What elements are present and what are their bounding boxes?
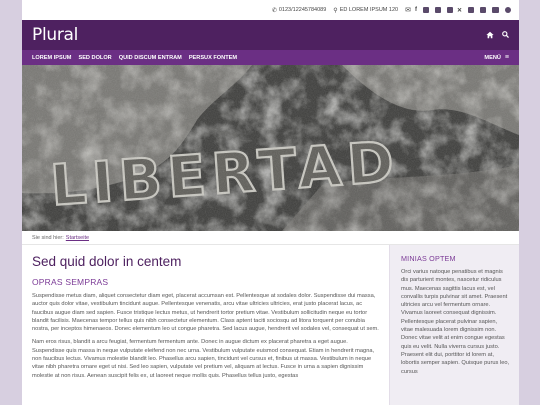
phone-link[interactable]: ✆ 0123/12245784089	[272, 7, 326, 14]
sidebar-title: MINIAS OPTEM	[401, 254, 456, 263]
page-title: Sed quid dolor in centem	[32, 254, 182, 269]
menu-label: MENÜ	[484, 54, 501, 61]
hamburger-icon: ≡	[504, 54, 509, 61]
main-content: Sed quid dolor in centem OPRAS SEMPRAS S…	[22, 245, 389, 405]
youtube-icon[interactable]	[492, 7, 499, 13]
nav-item-sed-dolor[interactable]: SED DOLOR	[78, 55, 111, 61]
section-subtitle: OPRAS SEMPRAS	[32, 277, 109, 287]
nav-item-lorem-ipsum[interactable]: LOREM IPSUM	[32, 55, 71, 61]
xing-icon[interactable]: ✕	[457, 7, 462, 14]
header-icons	[486, 31, 509, 39]
nav-item-quid-discum-entram[interactable]: QUID DISCUM ENTRAM	[119, 55, 182, 61]
hero-image: LIBERTAD	[22, 65, 519, 231]
sidebar-text: Orci varius natoque penatibus et magnis …	[401, 269, 510, 375]
rss-icon[interactable]	[468, 7, 474, 13]
nav-links: LOREM IPSUM SED DOLOR QUID DISCUM ENTRAM…	[32, 55, 237, 61]
address-text: ED LOREM IPSUM 120	[339, 7, 399, 13]
twitter-icon[interactable]	[422, 7, 429, 13]
address-link[interactable]: ⚲ ED LOREM IPSUM 120	[333, 7, 398, 14]
search-icon[interactable]	[502, 31, 509, 38]
content-area: Sed quid dolor in centem OPRAS SEMPRAS S…	[22, 245, 519, 405]
nav-item-persux-fontem[interactable]: PERSUX FONTEM	[189, 55, 237, 61]
paragraph: Nam eros risus, blandit a arcu feugiat, …	[32, 339, 375, 379]
breadcrumb-prefix: Sie sind hier:	[32, 234, 64, 241]
main-nav: LOREM IPSUM SED DOLOR QUID DISCUM ENTRAM…	[22, 50, 519, 65]
instagram-icon[interactable]	[480, 7, 486, 13]
phone-number: 0123/12245784089	[278, 7, 327, 13]
menu-toggle[interactable]: MENÜ ≡	[484, 54, 509, 61]
topbar: ✆ 0123/12245784089 ⚲ ED LOREM IPSUM 120 …	[22, 0, 519, 20]
facebook-icon[interactable]: f	[415, 7, 417, 13]
mail-icon[interactable]: ✉	[405, 6, 411, 14]
paragraph: Suspendisse metus diam, aliquet consecte…	[32, 293, 379, 333]
phone-icon: ✆	[271, 7, 277, 14]
home-icon[interactable]	[486, 31, 494, 39]
location-pin-icon: ⚲	[333, 7, 338, 14]
google-plus-icon[interactable]	[434, 7, 441, 13]
breadcrumb-home-link[interactable]: Startseite	[66, 235, 89, 241]
site-header: Plural	[22, 20, 519, 50]
page: ✆ 0123/12245784089 ⚲ ED LOREM IPSUM 120 …	[22, 0, 519, 405]
pinterest-icon[interactable]	[505, 7, 511, 13]
site-logo[interactable]: Plural	[32, 25, 78, 45]
sidebar: MINIAS OPTEM Orci varius natoque penatib…	[389, 245, 519, 405]
breadcrumb: Sie sind hier: Startseite	[22, 231, 519, 245]
linkedin-icon[interactable]	[446, 7, 453, 13]
